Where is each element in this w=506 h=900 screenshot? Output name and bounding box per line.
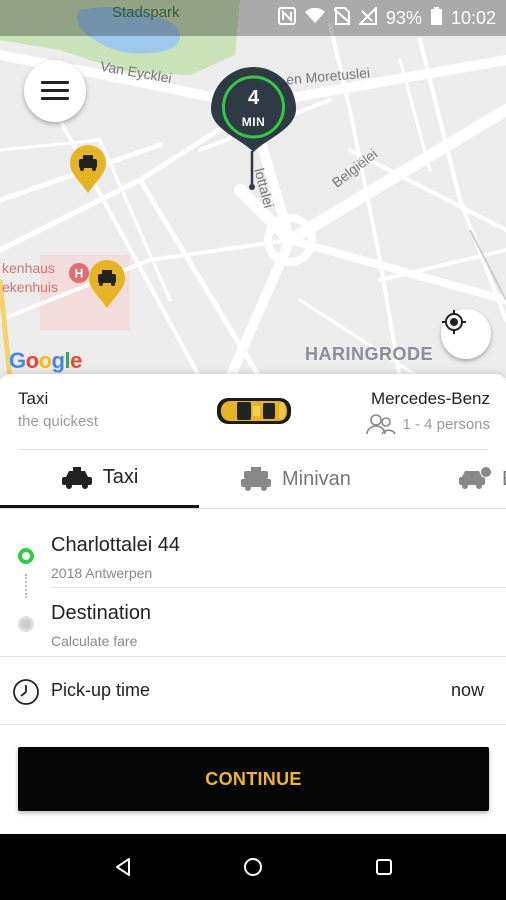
recents-button[interactable] xyxy=(369,852,399,882)
tab-minivan[interactable]: Minivan xyxy=(240,450,351,508)
eta-value: 4 xyxy=(247,87,260,109)
poi-label-hospital: kenhaus xyxy=(2,260,55,276)
svg-text:H: H xyxy=(75,267,84,281)
pickup-time-label: Pick-up time xyxy=(51,680,151,700)
booking-sheet: Taxi the quickest Mercedes-Benz 1 - 4 pe… xyxy=(0,374,506,834)
pin-icon xyxy=(211,67,296,190)
tab-third-vehicle[interactable]: B xyxy=(458,450,506,508)
map-view[interactable]: Van Eycklei en Moretuslei Belgiëlei lott… xyxy=(0,0,506,378)
pickup-time-value: now xyxy=(450,680,484,700)
map-label-stadspark: Stadspark xyxy=(112,4,180,21)
my-location-button[interactable] xyxy=(441,309,491,359)
pickup-time-row[interactable]: Pick-up time now xyxy=(0,657,506,725)
continue-button[interactable]: CONTINUE xyxy=(18,747,489,811)
pickup-location[interactable]: Charlottalei 44 2018 Antwerpen xyxy=(0,522,506,590)
persons-icon xyxy=(366,414,397,435)
pickup-eta-pin[interactable]: 4 MIN xyxy=(211,67,296,192)
back-button[interactable] xyxy=(108,852,138,882)
tab-taxi[interactable]: Taxi xyxy=(0,450,199,508)
destination-subtitle: Calculate fare xyxy=(51,633,138,649)
pickup-dot-icon xyxy=(18,548,34,564)
battery-level: 93% xyxy=(385,8,422,28)
divider xyxy=(0,724,506,725)
divider xyxy=(51,587,506,588)
status-bar: Stadspark 93% 10:02 xyxy=(0,0,506,36)
minivan-icon xyxy=(241,467,271,491)
battery-icon xyxy=(430,7,442,30)
tab-taxi-label: Taxi xyxy=(102,466,139,488)
vehicle-info: Taxi the quickest Mercedes-Benz 1 - 4 pe… xyxy=(0,374,506,448)
clock-time: 10:02 xyxy=(450,8,496,28)
tab-third-label: B xyxy=(502,468,506,491)
home-button[interactable] xyxy=(238,852,268,882)
car-plus-icon xyxy=(459,467,491,489)
tab-minivan-label: Minivan xyxy=(282,467,351,490)
vehicle-tabs: Taxi Minivan B xyxy=(0,450,506,509)
poi-label-hospital-nl: ekenhuis xyxy=(2,279,59,295)
taxi-icon xyxy=(61,466,92,489)
vehicle-type-subtitle: the quickest xyxy=(18,413,99,430)
pickup-address: Charlottalei 44 xyxy=(51,534,180,556)
taxi-car-image xyxy=(217,398,291,424)
google-logo: Google xyxy=(9,348,82,373)
eta-unit: MIN xyxy=(241,115,266,129)
taxi-marker-icon[interactable] xyxy=(87,260,127,310)
wifi-icon xyxy=(304,7,325,29)
destination-dot-icon xyxy=(18,616,34,632)
back-icon xyxy=(116,858,130,876)
pickup-city: 2018 Antwerpen xyxy=(51,565,153,581)
vehicle-capacity: 1 - 4 persons xyxy=(402,415,490,433)
my-location-icon xyxy=(442,310,466,334)
recents-icon xyxy=(376,859,392,875)
vehicle-model: Mercedes-Benz xyxy=(370,389,490,408)
system-navigation-bar xyxy=(0,834,506,900)
home-icon xyxy=(244,858,262,876)
destination-title: Destination xyxy=(51,602,152,624)
destination-location[interactable]: Destination Calculate fare xyxy=(0,590,506,658)
menu-button[interactable] xyxy=(24,60,86,122)
nfc-icon xyxy=(277,7,296,30)
clock-icon xyxy=(13,679,39,705)
district-label: HARINGRODE xyxy=(305,344,434,364)
signal-icon xyxy=(357,5,377,30)
menu-icon xyxy=(41,81,69,101)
vehicle-type-title: Taxi xyxy=(18,389,49,408)
no-sim-icon xyxy=(333,7,351,30)
taxi-marker-icon[interactable] xyxy=(68,145,108,195)
